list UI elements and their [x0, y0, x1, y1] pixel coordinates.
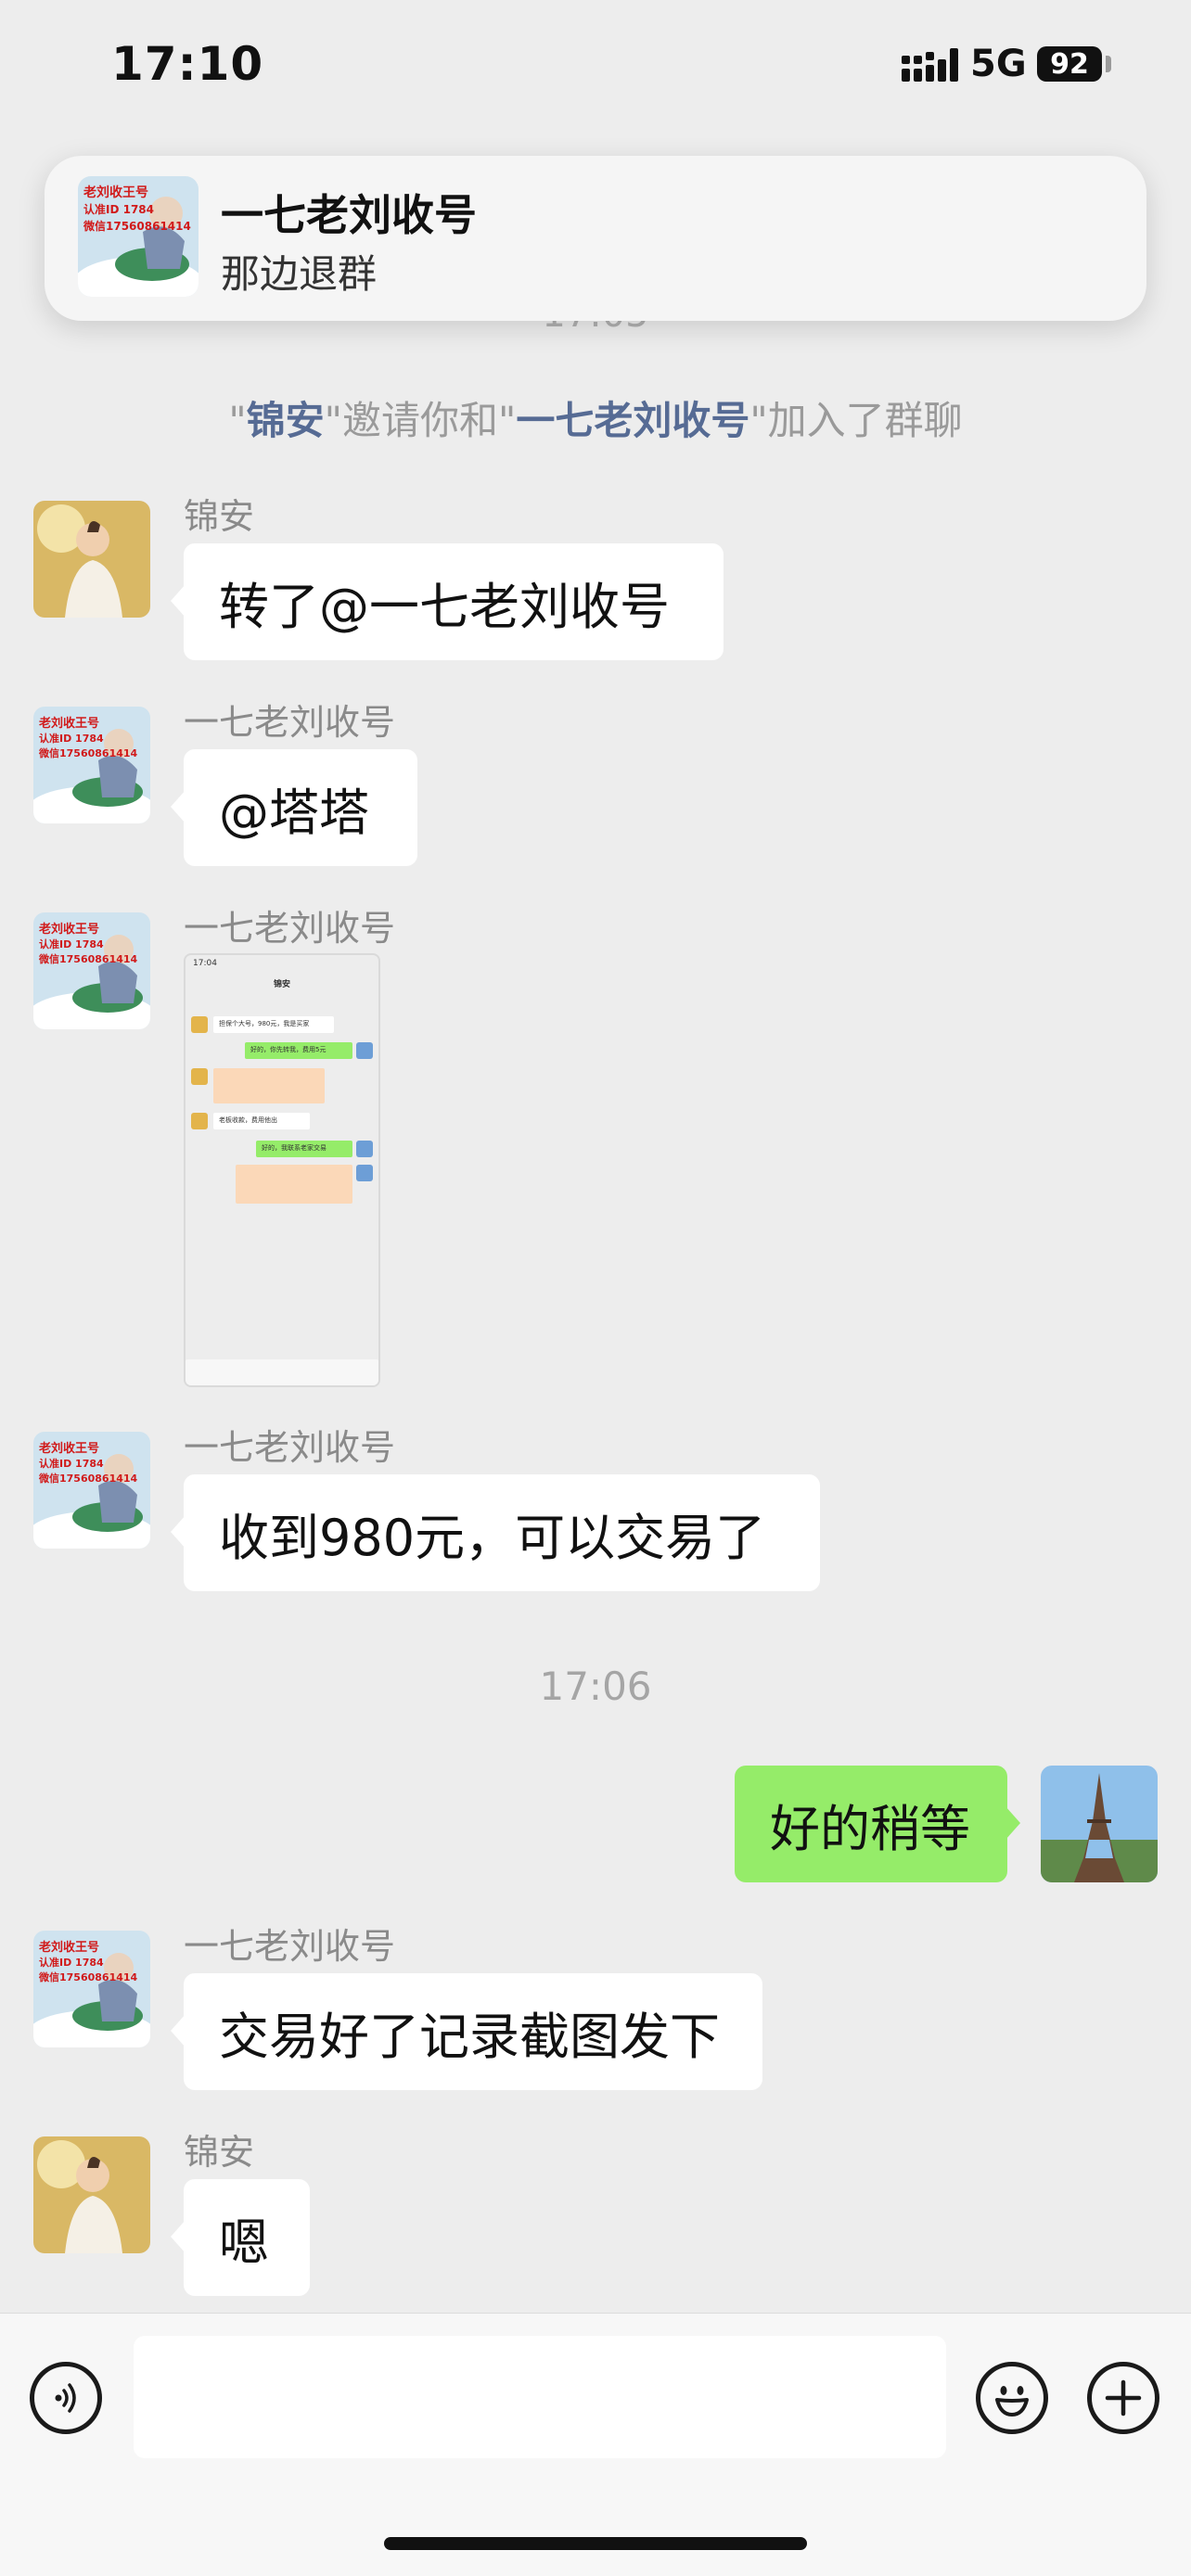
- emoji-icon[interactable]: [976, 2362, 1048, 2434]
- thumb-avatar: [191, 1016, 208, 1033]
- time-separator: 17:06: [539, 1664, 652, 1709]
- thumb-line: 老板收款，费用他出: [219, 1116, 277, 1124]
- thumb-time: 17:04: [193, 959, 217, 968]
- sys-quote: ": [228, 398, 247, 443]
- system-message: "锦安"邀请你和"一七老刘收号"加入了群聊: [0, 389, 1191, 446]
- thumb-inputbar: [186, 1359, 378, 1385]
- avatar-liu[interactable]: 老刘收王号 认准ID 1784 微信17560861414: [33, 912, 150, 1029]
- svg-text:微信17560861414: 微信17560861414: [38, 746, 138, 759]
- thumb-line: 好的，我联系老家交易: [262, 1144, 327, 1152]
- avatar-liu[interactable]: 老刘收王号 认准ID 1784 微信17560861414: [33, 707, 150, 823]
- thumb-avatar: [356, 1141, 373, 1157]
- sys-inviter-name[interactable]: 锦安: [247, 398, 325, 443]
- message-bubble[interactable]: 嗯: [171, 2179, 310, 2296]
- thumb-avatar: [191, 1068, 208, 1085]
- thumb-avatar: [191, 1113, 208, 1129]
- svg-text:微信17560861414: 微信17560861414: [38, 952, 138, 965]
- notification-avatar: 老刘收王号 认准ID 1784 微信17560861414: [78, 176, 198, 297]
- thumb-transfer: [213, 1068, 325, 1103]
- svg-text:微信17560861414: 微信17560861414: [38, 1472, 138, 1485]
- home-indicator[interactable]: [384, 2537, 807, 2550]
- thumb-transfer: [236, 1165, 352, 1204]
- status-time: 17:10: [111, 37, 264, 91]
- svg-text:微信17560861414: 微信17560861414: [83, 219, 191, 233]
- avatar-liu[interactable]: 老刘收王号 认准ID 1784 微信17560861414: [33, 1931, 150, 2047]
- plus-icon[interactable]: [1087, 2362, 1159, 2434]
- thumb-avatar: [356, 1042, 373, 1059]
- svg-text:老刘收王号: 老刘收王号: [38, 716, 99, 731]
- message-bubble[interactable]: @塔塔: [171, 749, 417, 866]
- thumb-line: 好的，你先转我，费用5元: [250, 1046, 327, 1053]
- svg-text:老刘收王号: 老刘收王号: [38, 1441, 99, 1456]
- sender-name: 一七老刘收号: [184, 702, 396, 743]
- sys-end: "加入了群聊: [749, 398, 963, 443]
- battery-level: 92: [1050, 47, 1089, 81]
- sender-name: 锦安: [184, 496, 255, 537]
- sender-name: 一七老刘收号: [184, 1926, 396, 1967]
- message-bubble[interactable]: 转了@一七老刘收号: [171, 543, 724, 660]
- svg-text:老刘收王号: 老刘收王号: [38, 922, 99, 937]
- notification-banner[interactable]: 老刘收王号 认准ID 1784 微信17560861414 一七老刘收号 那边退…: [45, 156, 1146, 321]
- message-input[interactable]: [134, 2336, 946, 2458]
- svg-text:微信17560861414: 微信17560861414: [38, 1970, 138, 1983]
- thumb-line: 担保个大号，980元，我是买家: [219, 1020, 310, 1027]
- sender-name: 一七老刘收号: [184, 1427, 396, 1468]
- message-bubble-outgoing[interactable]: 好的稍等: [735, 1766, 1020, 1882]
- emoji-glyph: [995, 2386, 1029, 2417]
- screenshot-thumbnail[interactable]: 17:04 锦安 担保个大号，980元，我是买家 好的，你先转我，费用5元 老板…: [184, 953, 380, 1387]
- thumb-avatar: [356, 1165, 373, 1181]
- svg-text:认准ID 1784: 认准ID 1784: [39, 937, 104, 950]
- avatar-liu[interactable]: 老刘收王号 认准ID 1784 微信17560861414: [33, 1432, 150, 1549]
- plus-glyph: [1105, 2379, 1142, 2417]
- sender-name: 一七老刘收号: [184, 908, 396, 949]
- notification-title: 一七老刘收号: [221, 190, 477, 240]
- notification-message: 那边退群: [221, 251, 378, 297]
- message-bubble[interactable]: 收到980元，可以交易了: [171, 1474, 820, 1591]
- sender-name: 锦安: [184, 2132, 255, 2173]
- voice-glyph: [55, 2383, 76, 2413]
- sys-middle: "邀请你和": [324, 398, 517, 443]
- avatar-jinan[interactable]: [33, 2136, 150, 2253]
- battery-tip: [1106, 56, 1111, 72]
- svg-text:老刘收王号: 老刘收王号: [38, 1940, 99, 1955]
- network-type: 5G: [970, 43, 1027, 85]
- svg-text:认准ID 1784: 认准ID 1784: [39, 1956, 104, 1969]
- battery-icon: 92: [1037, 46, 1102, 82]
- svg-text:认准ID 1784: 认准ID 1784: [83, 202, 154, 216]
- signal-icon: [902, 48, 958, 82]
- svg-text:认准ID 1784: 认准ID 1784: [39, 732, 104, 745]
- message-bubble[interactable]: 交易好了记录截图发下: [171, 1973, 762, 2090]
- avatar-jinan[interactable]: [33, 501, 150, 618]
- sys-invitee-name[interactable]: 一七老刘收号: [516, 398, 749, 443]
- svg-text:老刘收王号: 老刘收王号: [83, 185, 148, 200]
- thumb-title: 锦安: [273, 980, 290, 989]
- avatar-me[interactable]: [1041, 1766, 1158, 1882]
- voice-icon[interactable]: [30, 2362, 102, 2434]
- svg-text:认准ID 1784: 认准ID 1784: [39, 1457, 104, 1470]
- chat-screen: 17:10 5G 92 17:05 老刘收王号 认准ID 1784 微信1756…: [0, 0, 1191, 2576]
